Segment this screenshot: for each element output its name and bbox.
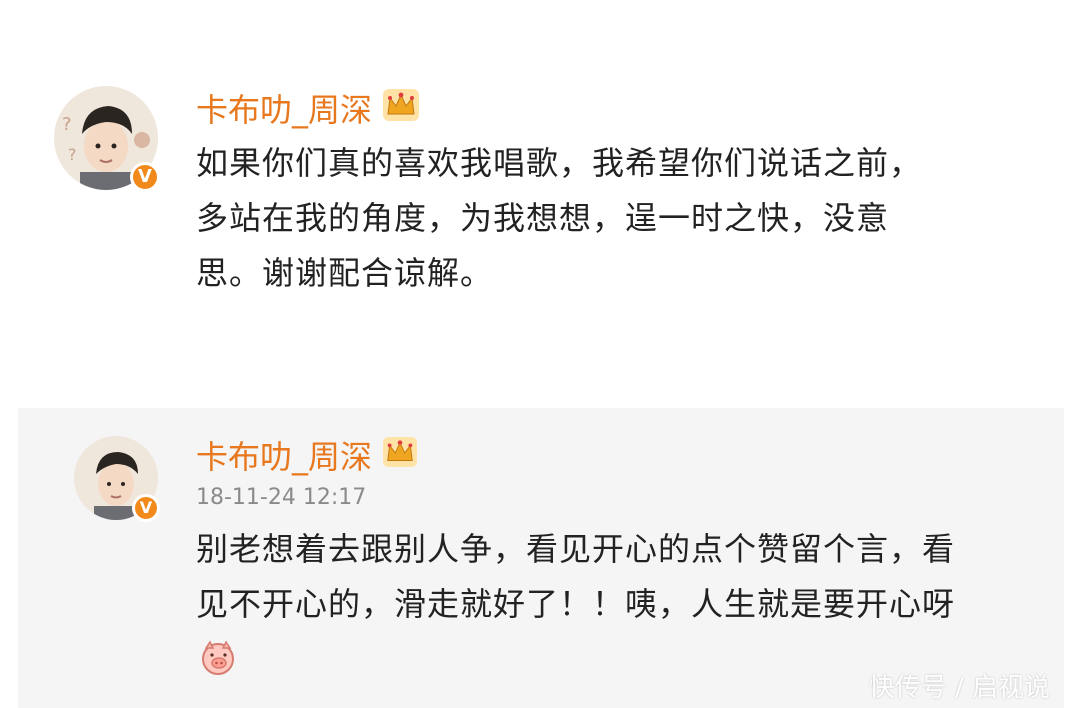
- username-text: 卡布叻_周深: [196, 437, 373, 476]
- timestamp: 18-11-24 12:17: [196, 485, 367, 510]
- comment-line: 如果你们真的喜欢我唱歌，我希望你们说话之前，: [196, 144, 923, 182]
- username-text: 卡布叻_周深: [196, 90, 373, 129]
- avatar[interactable]: ? ? V: [54, 86, 160, 192]
- username[interactable]: 卡布叻_周深: [196, 88, 420, 131]
- pig-face-emoji-icon: [198, 638, 238, 682]
- verified-badge: V: [132, 494, 160, 522]
- svg-text:?: ?: [62, 114, 72, 135]
- crown-icon: [382, 88, 420, 131]
- verified-badge: V: [130, 162, 160, 192]
- comment-line: 见不开心的，滑走就好了！！咦，人生就是要开心呀: [196, 585, 956, 623]
- comment-line: 别老想着去跟别人争，看见开心的点个赞留个言，看: [196, 530, 956, 568]
- avatar[interactable]: V: [74, 436, 160, 522]
- comment-text: 别老想着去跟别人争，看见开心的点个赞留个言，看 见不开心的，滑走就好了！！咦，人…: [196, 522, 1036, 632]
- username[interactable]: 卡布叻_周深: [196, 436, 418, 477]
- watermark: 快传号 / 启视说: [868, 673, 1050, 703]
- comment-line: 思。谢谢配合谅解。: [196, 254, 494, 292]
- comment-text: 如果你们真的喜欢我唱歌，我希望你们说话之前， 多站在我的角度，为我想想，逞一时之…: [196, 136, 1036, 301]
- comment-line: 多站在我的角度，为我想想，逞一时之快，没意: [196, 199, 890, 237]
- crown-icon: [382, 436, 418, 477]
- comment-card-2: V 卡布叻_周深 18-11-24 12:17 别老想着去跟别人争，看见开心的点…: [18, 408, 1064, 708]
- svg-text:?: ?: [68, 145, 77, 164]
- comment-card-1: ? ? V 卡布叻_周深 如果你们真的喜欢我唱歌，我希望你们说话之前， 多站在我…: [0, 0, 1080, 330]
